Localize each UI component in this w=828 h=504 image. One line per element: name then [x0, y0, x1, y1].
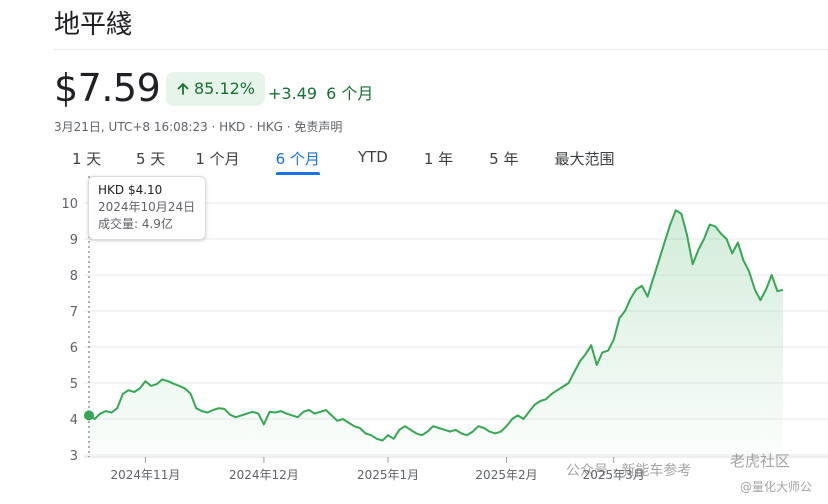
- price-chart[interactable]: 3 4 5 6 7 8 9 10 2024年11月 2024年12月 2025年1月 2025年2月 2…: [0, 0, 828, 504]
- x-tick-label: 2024年12月: [229, 468, 299, 482]
- tooltip-date: 2024年10月24日: [98, 200, 196, 214]
- y-tick-label: 9: [70, 233, 78, 248]
- y-tick-label: 7: [70, 305, 78, 320]
- y-tick-label: 8: [70, 269, 78, 284]
- tooltip-volume: 成交量: 4.9亿: [98, 217, 173, 231]
- watermark-right-top: 老虎社区: [730, 452, 791, 470]
- price-area: [89, 210, 783, 455]
- x-tick-label: 2025年2月: [475, 468, 537, 482]
- x-tick-label: 2024年11月: [111, 468, 181, 482]
- x-tick-label: 2025年1月: [357, 468, 419, 482]
- watermark-right-bottom: @量化大师公: [740, 480, 813, 494]
- y-tick-label: 3: [70, 449, 78, 464]
- y-tick-label: 5: [70, 377, 78, 392]
- chart-tooltip: HKD $4.10 2024年10月24日 成交量: 4.9亿: [88, 176, 206, 240]
- tooltip-price: HKD $4.10: [98, 183, 163, 197]
- hover-point: [84, 410, 94, 421]
- y-tick-label: 10: [61, 197, 78, 212]
- y-tick-label: 4: [70, 413, 78, 428]
- watermark-left: 公众号 · 新能车参考: [566, 463, 692, 479]
- y-tick-label: 6: [70, 341, 78, 356]
